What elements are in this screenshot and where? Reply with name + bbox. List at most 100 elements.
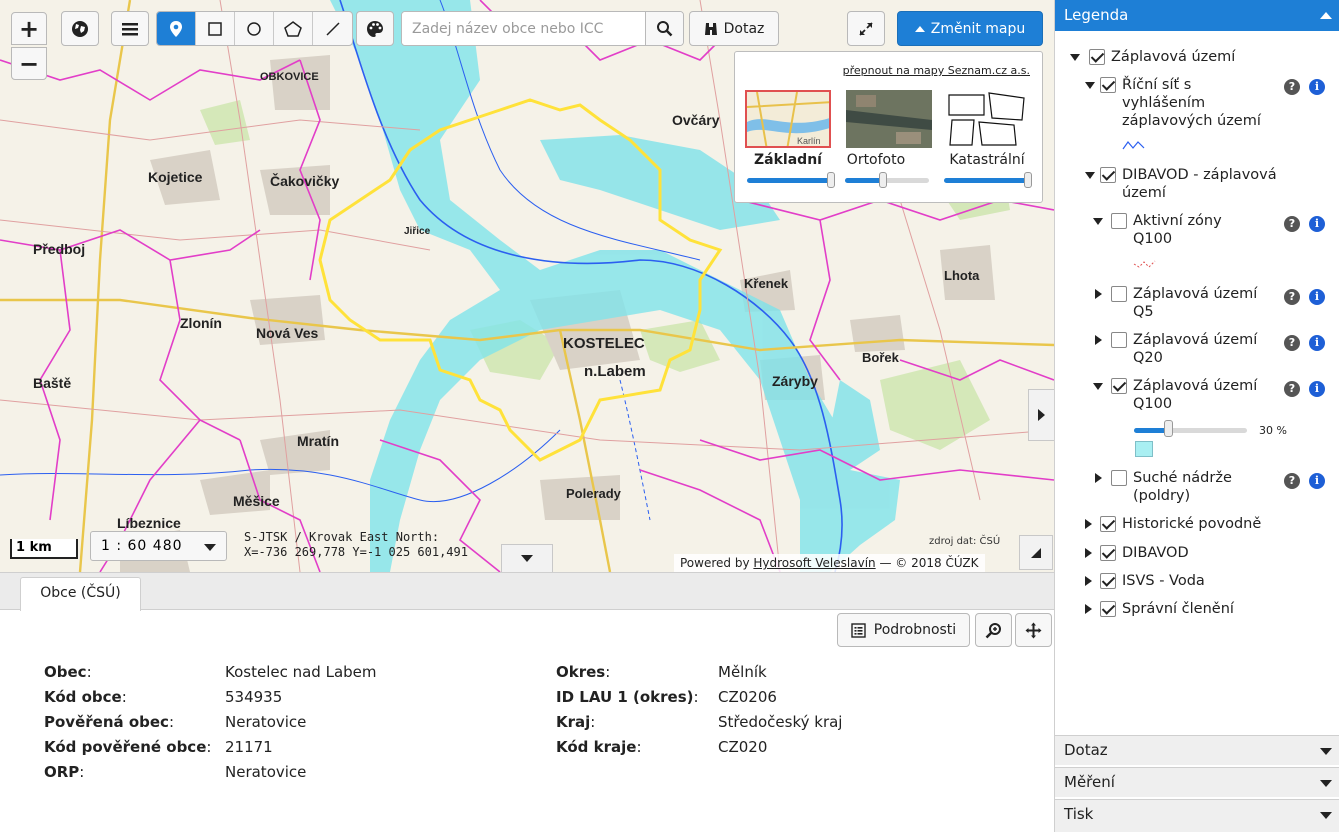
accordion-mereni[interactable]: Měření xyxy=(1055,767,1339,797)
basemap-thumb-zakladni[interactable]: Karlín xyxy=(745,90,831,148)
layer-label: Záplavová území Q20 xyxy=(1133,331,1257,367)
opacity-slider-handle[interactable] xyxy=(879,172,887,188)
switch-provider-link[interactable]: přepnout na mapy Seznam.cz a.s. xyxy=(843,64,1030,77)
opacity-slider-handle[interactable] xyxy=(827,172,835,188)
attribute-key: Kraj xyxy=(556,713,591,731)
coord-value: X=-736 269,778 Y=-1 025 601,491 xyxy=(244,545,468,559)
expand-toggle[interactable] xyxy=(1093,383,1103,390)
globe-icon xyxy=(72,20,88,37)
accordion-tisk[interactable]: Tisk xyxy=(1055,799,1339,832)
expand-toggle[interactable] xyxy=(1085,548,1092,558)
expand-toggle[interactable] xyxy=(1070,54,1080,61)
map-label: Líbeznice xyxy=(117,515,181,531)
attribute-row: ID LAU 1 (okres): CZ0206 xyxy=(556,688,842,713)
attribute-value: Kostelec nad Labem xyxy=(225,663,377,681)
zoom-to-feature-button[interactable] xyxy=(975,613,1012,647)
layer-checkbox[interactable] xyxy=(1100,77,1116,93)
tool-circle[interactable] xyxy=(235,12,274,45)
help-icon[interactable]: ? xyxy=(1284,335,1300,351)
pan-to-feature-button[interactable] xyxy=(1015,613,1052,647)
rectangle-icon xyxy=(208,21,222,36)
expand-toggle[interactable] xyxy=(1093,218,1103,225)
details-button[interactable]: Podrobnosti xyxy=(837,613,970,647)
layer-checkbox[interactable] xyxy=(1111,332,1127,348)
help-icon[interactable]: ? xyxy=(1284,216,1300,232)
palette-button[interactable] xyxy=(356,11,394,46)
scale-select[interactable]: 1 : 60 480 xyxy=(90,531,227,561)
search-button[interactable] xyxy=(645,12,683,45)
opacity-slider-handle[interactable] xyxy=(1024,172,1032,188)
layer-label: DIBAVOD xyxy=(1122,545,1189,561)
map-label: Kojetice xyxy=(148,169,203,185)
info-icon[interactable]: i xyxy=(1309,289,1325,305)
tool-rectangle[interactable] xyxy=(196,12,235,45)
map-label: KOSTELEC xyxy=(563,335,645,352)
info-icon[interactable]: i xyxy=(1309,79,1325,95)
basemap-label-ortofoto[interactable]: Ortofoto xyxy=(826,152,926,168)
coord-system: S-JTSK / Krovak East North: xyxy=(244,530,440,544)
opacity-slider-zakladni[interactable] xyxy=(747,178,831,183)
layer-label-line: Q20 xyxy=(1133,350,1163,366)
tool-polygon[interactable] xyxy=(274,12,313,45)
layer-checkbox[interactable] xyxy=(1111,378,1127,394)
layer-label: Říční síť s vyhlášením záplavových území xyxy=(1122,76,1261,130)
resize-corner-button[interactable] xyxy=(1019,535,1053,570)
query-button[interactable]: Dotaz xyxy=(689,11,779,46)
layer-checkbox[interactable] xyxy=(1089,49,1105,65)
zoom-out-button[interactable]: − xyxy=(11,47,47,80)
attribution-link[interactable]: Hydrosoft Veleslavín xyxy=(753,556,875,570)
expand-toggle[interactable] xyxy=(1095,335,1102,345)
accordion-label: Tisk xyxy=(1064,805,1094,823)
help-icon[interactable]: ? xyxy=(1284,289,1300,305)
help-icon[interactable]: ? xyxy=(1284,473,1300,489)
expand-toggle[interactable] xyxy=(1085,604,1092,614)
tool-point[interactable] xyxy=(157,12,196,45)
search-input[interactable] xyxy=(402,12,645,45)
layer-checkbox[interactable] xyxy=(1111,470,1127,486)
coordinates-toggle-button[interactable] xyxy=(501,544,553,572)
help-icon[interactable]: ? xyxy=(1284,79,1300,95)
zoom-in-button[interactable]: + xyxy=(11,12,47,45)
data-source-note: zdroj dat: ČSÚ xyxy=(929,536,1001,547)
map-view[interactable]: OBKOVICE Ovčáry Kojetice Čakovičky Předb… xyxy=(0,0,1054,572)
expand-toggle[interactable] xyxy=(1095,289,1102,299)
layer-checkbox[interactable] xyxy=(1100,516,1116,532)
legend-header[interactable]: Legenda xyxy=(1055,0,1339,31)
info-icon[interactable]: i xyxy=(1309,473,1325,489)
attribute-key: ORP xyxy=(44,763,80,781)
layer-label: Aktivní zóny Q100 xyxy=(1133,212,1222,248)
layers-menu-button[interactable] xyxy=(111,11,149,46)
layer-checkbox[interactable] xyxy=(1100,573,1116,589)
basemap-label-zakladni[interactable]: Základní xyxy=(738,152,838,168)
opacity-slider-katastralni[interactable] xyxy=(944,178,1028,183)
change-basemap-button[interactable]: Změnit mapu xyxy=(897,11,1043,46)
expand-toggle[interactable] xyxy=(1085,519,1092,529)
info-icon[interactable]: i xyxy=(1309,381,1325,397)
fullscreen-button[interactable] xyxy=(847,11,885,46)
basemap-thumb-katastralni[interactable] xyxy=(944,90,1030,148)
map-label: n.Labem xyxy=(584,363,646,380)
globe-button[interactable] xyxy=(61,11,99,46)
help-icon[interactable]: ? xyxy=(1284,381,1300,397)
accordion-dotaz[interactable]: Dotaz xyxy=(1055,735,1339,765)
expand-toggle[interactable] xyxy=(1095,473,1102,483)
collapse-legend-button[interactable] xyxy=(1028,389,1054,441)
expand-toggle[interactable] xyxy=(1085,82,1095,89)
tool-line[interactable] xyxy=(313,12,352,45)
layer-opacity-handle[interactable] xyxy=(1164,420,1173,437)
layer-checkbox[interactable] xyxy=(1100,601,1116,617)
basemap-label-katastralni[interactable]: Katastrální xyxy=(937,152,1037,168)
tab-obce[interactable]: Obce (ČSÚ) xyxy=(20,577,141,611)
map-label: Ovčáry xyxy=(672,112,720,128)
layer-checkbox[interactable] xyxy=(1111,286,1127,302)
attribute-row: Kód pověřené obce: 21171 xyxy=(44,738,377,763)
info-icon[interactable]: i xyxy=(1309,335,1325,351)
layer-checkbox[interactable] xyxy=(1111,213,1127,229)
river-network-symbol-icon xyxy=(1122,141,1145,150)
info-icon[interactable]: i xyxy=(1309,216,1325,232)
expand-toggle[interactable] xyxy=(1085,576,1092,586)
expand-toggle[interactable] xyxy=(1085,172,1095,179)
basemap-thumb-ortofoto[interactable] xyxy=(846,90,932,148)
layer-checkbox[interactable] xyxy=(1100,545,1116,561)
layer-checkbox[interactable] xyxy=(1100,167,1116,183)
